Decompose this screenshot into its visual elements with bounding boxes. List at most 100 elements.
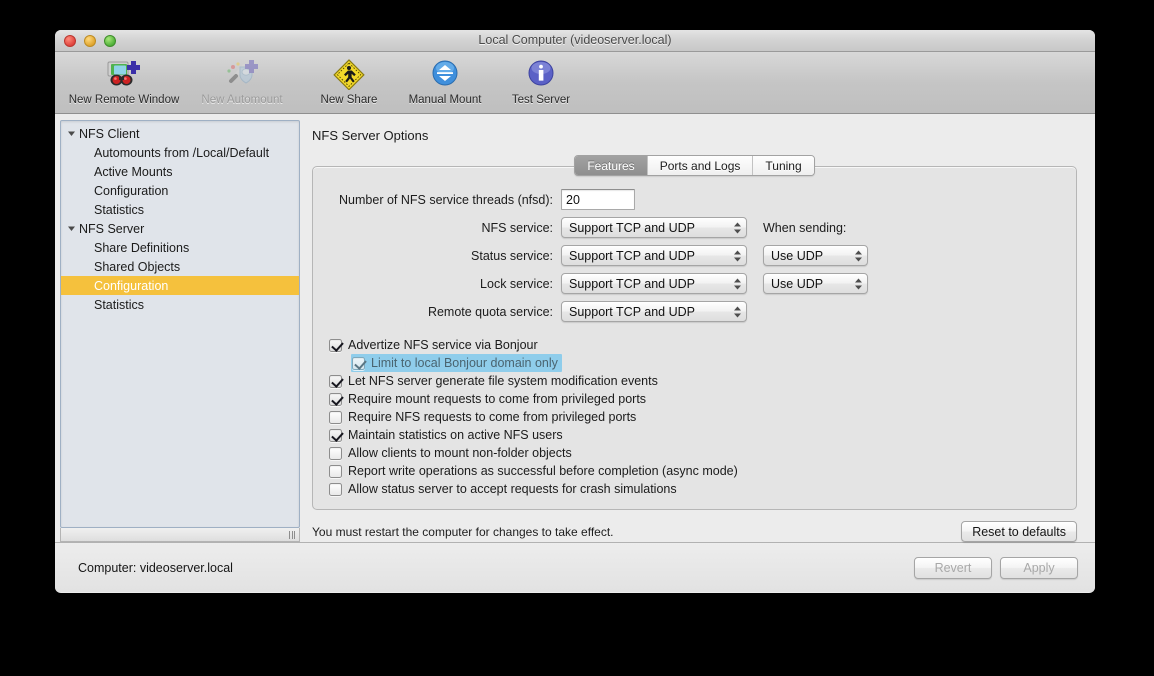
bottom-bar: Computer: videoserver.local Revert Apply: [55, 542, 1095, 592]
stepper-arrows-icon: [855, 278, 862, 289]
nfsd-threads-label: Number of NFS service threads (nfsd):: [339, 192, 553, 207]
nfs-service-popup[interactable]: Support TCP and UDP: [561, 217, 747, 238]
sidebar-tree[interactable]: NFS Client Automounts from /Local/Defaul…: [60, 120, 300, 528]
window-title: Local Computer (videoserver.local): [478, 33, 672, 47]
options-checkbox-list: Advertize NFS service via Bonjour Limit …: [329, 336, 1060, 498]
checkbox-row-async-mode[interactable]: Report write operations as successful be…: [329, 462, 1060, 480]
tab-ports-and-logs[interactable]: Ports and Logs: [647, 156, 754, 175]
toolbar-label: Manual Mount: [408, 94, 482, 106]
revert-button[interactable]: Revert: [914, 556, 992, 579]
sidebar-item-label: Configuration: [94, 183, 169, 198]
checkbox-label: Let NFS server generate file system modi…: [348, 374, 658, 388]
tab-panel-features: Number of NFS service threads (nfsd): NF…: [312, 166, 1077, 510]
sidebar-item-client-statistics[interactable]: Statistics: [61, 200, 299, 219]
sidebar-item-shared-objects[interactable]: Shared Objects: [61, 257, 299, 276]
reset-to-defaults-button[interactable]: Reset to defaults: [961, 521, 1077, 542]
toolbar-new-automount[interactable]: New Automount: [183, 56, 301, 106]
sidebar-item-server-statistics[interactable]: Statistics: [61, 295, 299, 314]
nfsd-threads-input[interactable]: [561, 189, 635, 210]
sidebar-item-label: Share Definitions: [94, 240, 190, 255]
tab-view: Features Ports and Logs Tuning Number of…: [312, 155, 1077, 510]
sidebar-item-label: Active Mounts: [94, 164, 173, 179]
checkbox-label: Maintain statistics on active NFS users: [348, 428, 563, 442]
restart-note: You must restart the computer for change…: [312, 524, 614, 539]
toolbar-label: New Share: [320, 94, 378, 106]
toolbar-label: Test Server: [511, 94, 571, 106]
toolbar-label: New Remote Window: [68, 94, 180, 106]
form-row-nfsd-threads: Number of NFS service threads (nfsd):: [329, 189, 1060, 210]
checkbox-label: Report write operations as successful be…: [348, 464, 738, 478]
apply-button[interactable]: Apply: [1000, 556, 1078, 579]
tab-bar: Features Ports and Logs Tuning: [312, 155, 1077, 176]
stepper-arrows-icon: [734, 250, 741, 261]
stepper-arrows-icon: [734, 222, 741, 233]
toolbar-manual-mount[interactable]: Manual Mount: [397, 56, 493, 106]
checkbox-row-nfs-privileged-ports[interactable]: Require NFS requests to come from privil…: [329, 408, 1060, 426]
checkbox-row-limit-bonjour-domain[interactable]: Limit to local Bonjour domain only: [351, 354, 562, 372]
checkbox-icon[interactable]: [329, 482, 342, 496]
checkbox-label: Advertize NFS service via Bonjour: [348, 338, 538, 352]
sidebar-container: NFS Client Automounts from /Local/Defaul…: [55, 114, 300, 542]
toolbar-label: New Automount: [201, 94, 283, 106]
sidebar-item-active-mounts[interactable]: Active Mounts: [61, 162, 299, 181]
sidebar-item-share-definitions[interactable]: Share Definitions: [61, 238, 299, 257]
checkbox-label: Allow status server to accept requests f…: [348, 482, 677, 496]
popup-value: Use UDP: [771, 248, 824, 263]
app-window: Local Computer (videoserver.local) New R…: [55, 30, 1095, 593]
checkbox-icon[interactable]: [329, 374, 342, 388]
checkbox-row-crash-simulations[interactable]: Allow status server to accept requests f…: [329, 480, 1060, 498]
popup-value: Support TCP and UDP: [569, 220, 695, 235]
checkbox-icon[interactable]: [352, 356, 365, 370]
test-server-icon: [524, 58, 558, 90]
checkbox-row-wrapper-limit-bonjour: Limit to local Bonjour domain only: [329, 354, 1060, 372]
checkbox-icon[interactable]: [329, 428, 342, 442]
form-row-lock-service: Lock service: Support TCP and UDP Use UD…: [329, 273, 1060, 294]
status-service-popup[interactable]: Support TCP and UDP: [561, 245, 747, 266]
checkbox-row-maintain-statistics[interactable]: Maintain statistics on active NFS users: [329, 426, 1060, 444]
lock-service-popup[interactable]: Support TCP and UDP: [561, 273, 747, 294]
toolbar-test-server[interactable]: Test Server: [493, 56, 589, 106]
checkbox-row-mount-privileged-ports[interactable]: Require mount requests to come from priv…: [329, 390, 1060, 408]
toolbar-new-share[interactable]: New Share: [301, 56, 397, 106]
checkbox-row-mount-non-folder-objects[interactable]: Allow clients to mount non-folder object…: [329, 444, 1060, 462]
bottom-button-group: Revert Apply: [914, 556, 1078, 579]
window-titlebar[interactable]: Local Computer (videoserver.local): [55, 30, 1095, 52]
toolbar-new-remote-window[interactable]: New Remote Window: [65, 56, 183, 106]
status-sending-popup[interactable]: Use UDP: [763, 245, 868, 266]
sidebar-item-server-configuration[interactable]: Configuration: [61, 276, 299, 295]
sidebar-item-nfs-server[interactable]: NFS Server: [61, 219, 299, 238]
new-share-icon: [332, 58, 366, 90]
manual-mount-icon: [428, 58, 462, 90]
sidebar-item-nfs-client[interactable]: NFS Client: [61, 124, 299, 143]
sidebar-item-label: NFS Server: [79, 221, 145, 236]
tab-features[interactable]: Features: [575, 156, 648, 175]
checkbox-label: Allow clients to mount non-folder object…: [348, 446, 572, 460]
popup-value: Support TCP and UDP: [569, 276, 695, 291]
sidebar-item-automounts-local-default[interactable]: Automounts from /Local/Default: [61, 143, 299, 162]
checkbox-icon[interactable]: [329, 410, 342, 424]
chevron-down-icon[interactable]: [65, 128, 77, 140]
sidebar-item-client-configuration[interactable]: Configuration: [61, 181, 299, 200]
tab-tuning[interactable]: Tuning: [753, 156, 814, 175]
checkbox-icon[interactable]: [329, 446, 342, 460]
grip-lines-icon: [289, 530, 295, 539]
checkbox-icon[interactable]: [329, 338, 342, 352]
sidebar-resize-grip[interactable]: [60, 528, 300, 542]
nfs-service-label: NFS service:: [481, 220, 553, 235]
page-title: NFS Server Options: [312, 128, 429, 143]
toolbar: New Remote Window New Automount New Shar…: [55, 52, 1095, 114]
checkbox-icon[interactable]: [329, 392, 342, 406]
popup-value: Use UDP: [771, 276, 824, 291]
stepper-arrows-icon: [734, 278, 741, 289]
checkbox-row-advertize-bonjour[interactable]: Advertize NFS service via Bonjour: [329, 336, 1060, 354]
checkbox-row-fs-modification-events[interactable]: Let NFS server generate file system modi…: [329, 372, 1060, 390]
sidebar-item-label: Statistics: [94, 297, 145, 312]
stepper-arrows-icon: [855, 250, 862, 261]
remote-quota-service-popup[interactable]: Support TCP and UDP: [561, 301, 747, 322]
checkbox-icon[interactable]: [329, 464, 342, 478]
sidebar-item-label: Configuration: [94, 278, 169, 293]
lock-sending-popup[interactable]: Use UDP: [763, 273, 868, 294]
chevron-down-icon[interactable]: [65, 223, 77, 235]
sidebar-item-label: Shared Objects: [94, 259, 181, 274]
remote-quota-service-label: Remote quota service:: [427, 304, 553, 319]
